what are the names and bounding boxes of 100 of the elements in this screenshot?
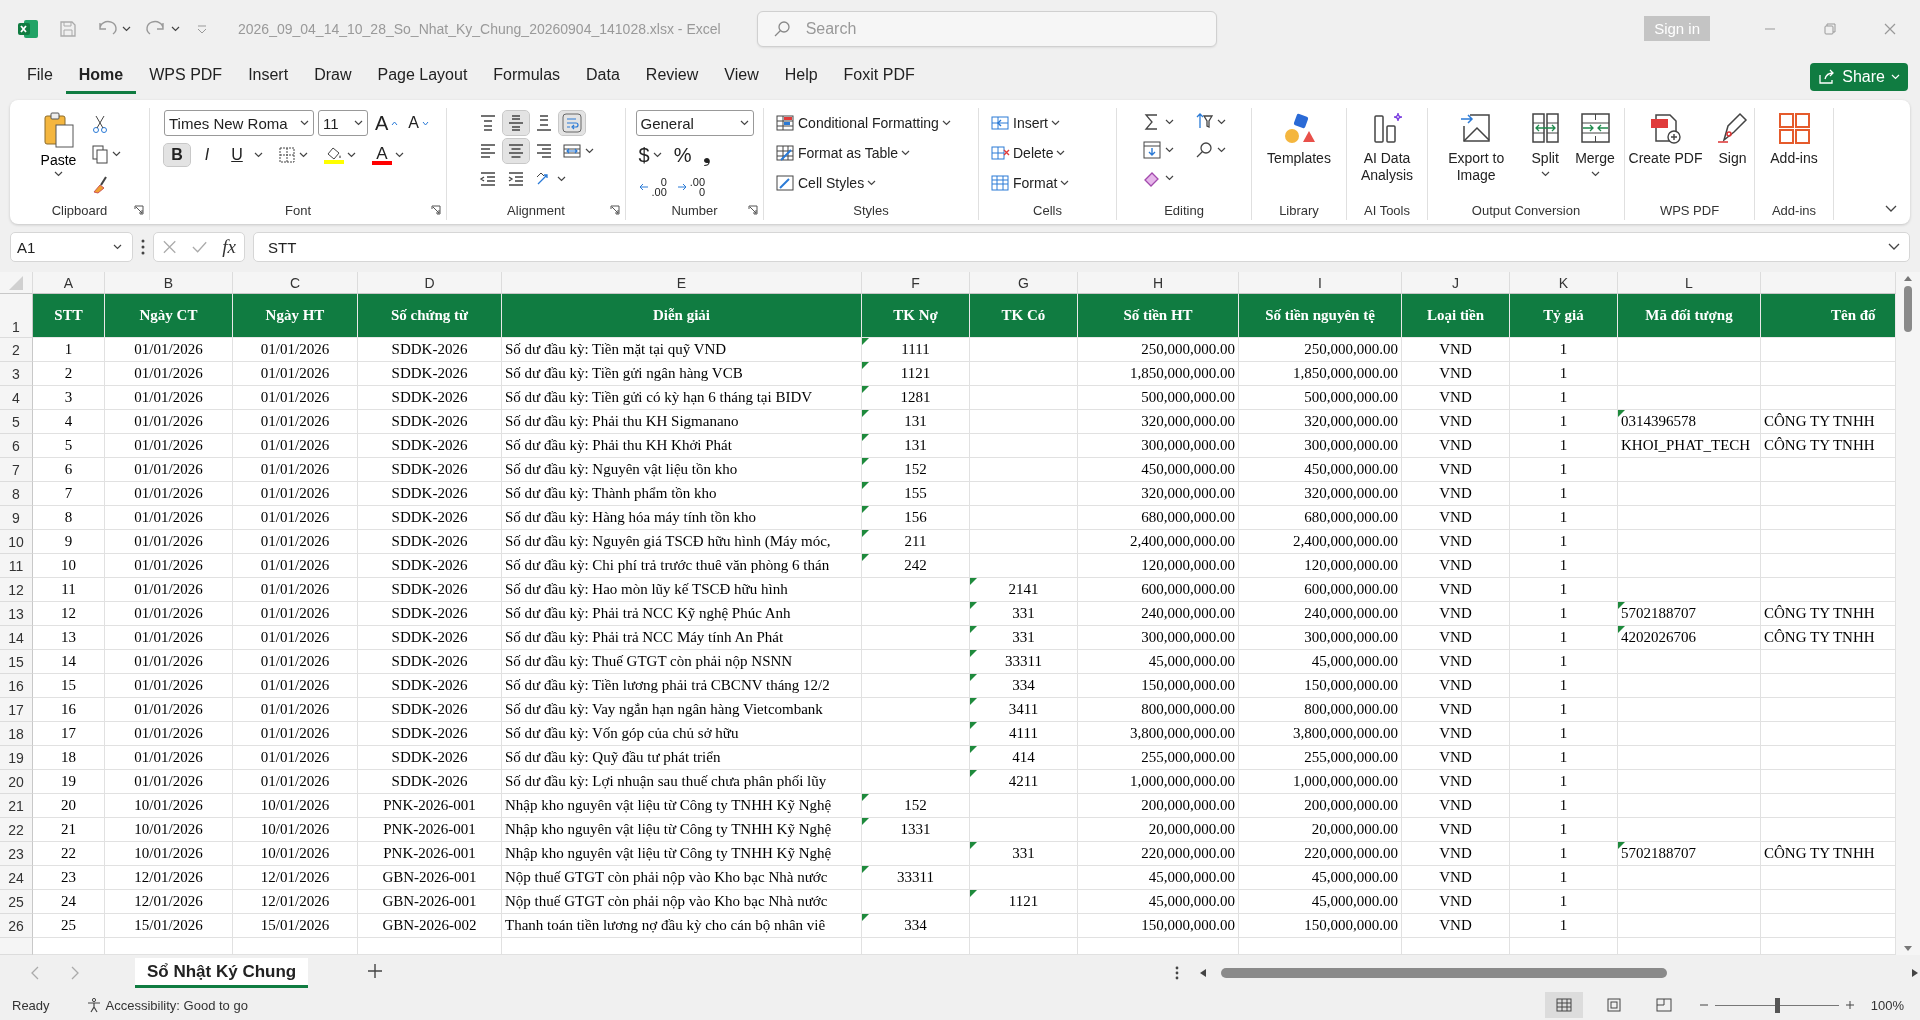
row-number[interactable]: 16 xyxy=(0,674,33,698)
empty-cell[interactable] xyxy=(862,746,970,770)
empty-cell[interactable] xyxy=(970,338,1078,362)
row-number[interactable]: 21 xyxy=(0,794,33,818)
number-format-field[interactable]: General xyxy=(635,110,754,136)
format-button[interactable]: Format xyxy=(987,170,1073,196)
row-header[interactable] xyxy=(0,938,33,955)
row-number[interactable]: 22 xyxy=(0,818,33,842)
zoom-in-icon[interactable] xyxy=(1844,1000,1855,1010)
conditional-button[interactable]: Conditional Formatting xyxy=(772,110,954,136)
menu-tab[interactable]: Formulas xyxy=(480,59,574,94)
expand-caret-icon[interactable] xyxy=(1887,242,1901,252)
grow-font-button[interactable]: A xyxy=(372,109,402,137)
empty-cell[interactable] xyxy=(1618,770,1761,794)
scroll-left-icon[interactable] xyxy=(1199,967,1208,978)
empty-cell[interactable] xyxy=(862,626,970,650)
table-button[interactable]: Format as Table xyxy=(772,140,954,166)
cell-styles-button[interactable]: Cell Styles xyxy=(772,170,954,196)
empty-cell[interactable] xyxy=(1618,866,1761,890)
comma-button[interactable]: ❟ xyxy=(700,141,715,169)
row-number[interactable]: 10 xyxy=(0,530,33,554)
scroll-down-icon[interactable] xyxy=(1903,945,1913,953)
empty-cell[interactable] xyxy=(862,770,970,794)
row-number[interactable]: 18 xyxy=(0,722,33,746)
row-number[interactable]: 20 xyxy=(0,770,33,794)
empty-cell[interactable] xyxy=(1618,338,1761,362)
row-number[interactable]: 14 xyxy=(0,626,33,650)
center-button[interactable] xyxy=(503,139,529,163)
name-box[interactable]: A1 xyxy=(10,232,133,262)
empty-cell[interactable] xyxy=(970,434,1078,458)
row-number[interactable]: 1 xyxy=(0,294,33,338)
empty-cell[interactable] xyxy=(970,914,1078,938)
row-number[interactable]: 15 xyxy=(0,650,33,674)
row-number[interactable]: 7 xyxy=(0,458,33,482)
scroll-right-icon[interactable] xyxy=(1911,967,1920,978)
empty-cell[interactable] xyxy=(1618,746,1761,770)
column-heading[interactable]: I xyxy=(1239,272,1402,294)
row-number[interactable]: 9 xyxy=(0,506,33,530)
ai-button[interactable]: AI Data Analysis xyxy=(1347,110,1427,184)
row-number[interactable]: 11 xyxy=(0,554,33,578)
select-all-icon[interactable] xyxy=(8,274,24,291)
menu-tab[interactable]: Home xyxy=(65,59,137,94)
empty-cell[interactable] xyxy=(970,866,1078,890)
empty-cell[interactable] xyxy=(970,458,1078,482)
middle-button[interactable] xyxy=(503,111,529,135)
empty-cell[interactable] xyxy=(970,794,1078,818)
menu-tab[interactable]: Insert xyxy=(235,59,302,94)
search-field[interactable]: Search xyxy=(756,10,1217,47)
empty-cell[interactable] xyxy=(970,506,1078,530)
menu-tab[interactable]: Review xyxy=(632,59,712,94)
enter-icon[interactable] xyxy=(191,239,209,255)
menu-tab[interactable]: Data xyxy=(573,59,633,94)
accessibility-button[interactable]: Accessibility: Good to go xyxy=(79,996,254,1014)
save-icon[interactable] xyxy=(58,18,78,39)
menu-tab[interactable]: View xyxy=(711,59,772,94)
empty-cell[interactable] xyxy=(862,842,970,866)
export-button[interactable]: Export to Image xyxy=(1434,110,1519,184)
row-number[interactable]: 26 xyxy=(0,914,33,938)
column-heading[interactable]: D xyxy=(358,272,502,294)
column-heading[interactable]: F xyxy=(862,272,970,294)
font-color-button[interactable]: A xyxy=(369,143,407,167)
menu-tab[interactable]: Page Layout xyxy=(364,59,481,94)
empty-cell[interactable] xyxy=(1618,650,1761,674)
empty-cell[interactable] xyxy=(1618,530,1761,554)
empty-cell[interactable] xyxy=(1618,362,1761,386)
row-number[interactable]: 19 xyxy=(0,746,33,770)
row-number[interactable]: 2 xyxy=(0,338,33,362)
templates-button[interactable]: Templates xyxy=(1264,110,1334,167)
row-number[interactable]: 23 xyxy=(0,842,33,866)
split-button[interactable]: Split xyxy=(1524,110,1567,177)
row-number[interactable]: 5 xyxy=(0,410,33,434)
insert-function-button[interactable]: fx xyxy=(222,236,236,258)
merge-button[interactable]: Merge xyxy=(1572,110,1618,177)
empty-cell[interactable] xyxy=(1618,674,1761,698)
menu-tab[interactable]: Help xyxy=(771,59,831,94)
empty-cell[interactable] xyxy=(1618,506,1761,530)
empty-cell[interactable] xyxy=(1618,386,1761,410)
empty-cell[interactable] xyxy=(1618,818,1761,842)
row-number[interactable]: 24 xyxy=(0,866,33,890)
cancel-icon[interactable] xyxy=(162,239,178,255)
empty-cell[interactable] xyxy=(862,674,970,698)
underline-button[interactable]: U xyxy=(224,144,250,166)
pdf-button[interactable]: Create PDF xyxy=(1625,110,1706,167)
wrap-button[interactable] xyxy=(559,111,585,135)
empty-cell[interactable] xyxy=(1618,554,1761,578)
more-options-icon[interactable] xyxy=(1175,965,1180,980)
scrollbar-thumb[interactable] xyxy=(1904,286,1912,332)
empty-cell[interactable] xyxy=(1618,794,1761,818)
column-heading[interactable]: G xyxy=(970,272,1078,294)
menu-tab[interactable]: File xyxy=(14,59,66,94)
empty-cell[interactable] xyxy=(862,722,970,746)
customize-caret-icon[interactable] xyxy=(196,23,208,34)
slider-thumb[interactable] xyxy=(1774,997,1780,1013)
column-heading[interactable]: J xyxy=(1402,272,1510,294)
dialog-launcher-icon[interactable] xyxy=(431,205,441,215)
delete-button[interactable]: Delete xyxy=(987,140,1073,166)
empty-cell[interactable] xyxy=(1618,914,1761,938)
bold-button[interactable]: B xyxy=(164,144,190,166)
column-heading[interactable]: H xyxy=(1078,272,1239,294)
scrollbar-thumb[interactable] xyxy=(1221,967,1668,978)
